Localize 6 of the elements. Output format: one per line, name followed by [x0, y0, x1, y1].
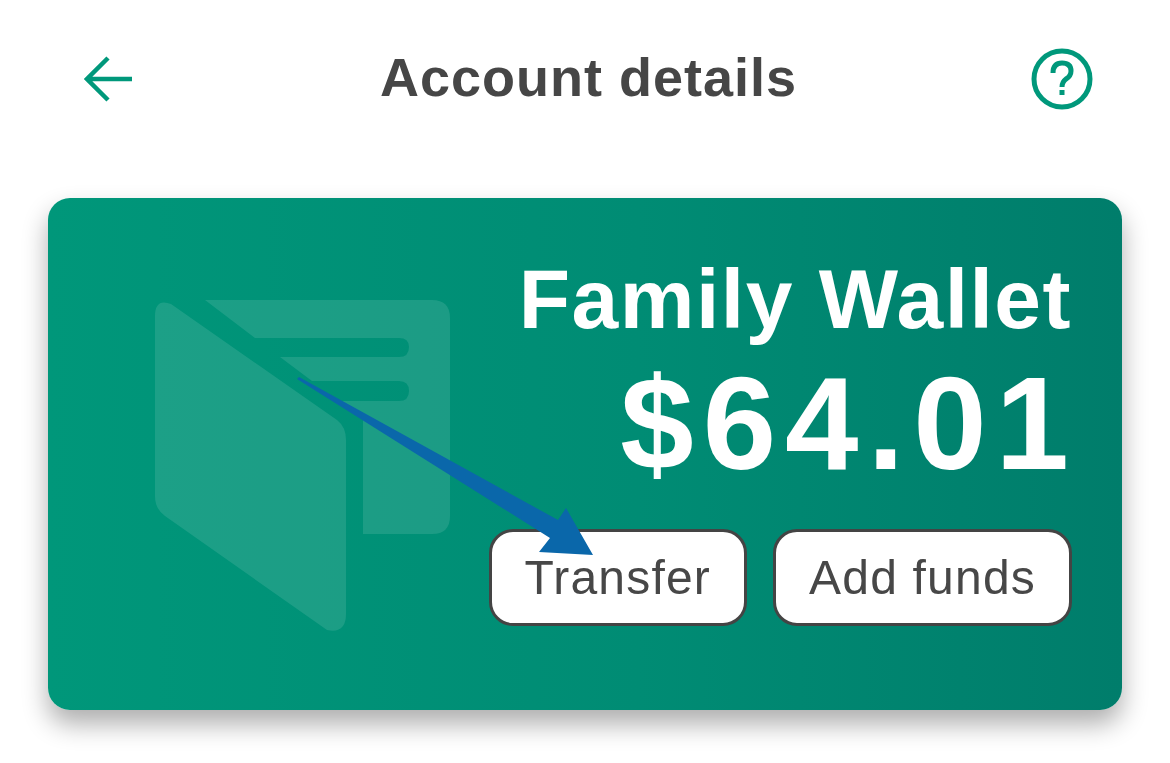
action-button[interactable]: Add funds [773, 529, 1072, 626]
arrow-left-icon [84, 54, 134, 103]
help-icon [1031, 47, 1093, 110]
screen-title: Account details [379, 49, 798, 106]
wallet-watermark-icon [155, 300, 450, 632]
account-balance: $64.01 [620, 358, 1078, 490]
